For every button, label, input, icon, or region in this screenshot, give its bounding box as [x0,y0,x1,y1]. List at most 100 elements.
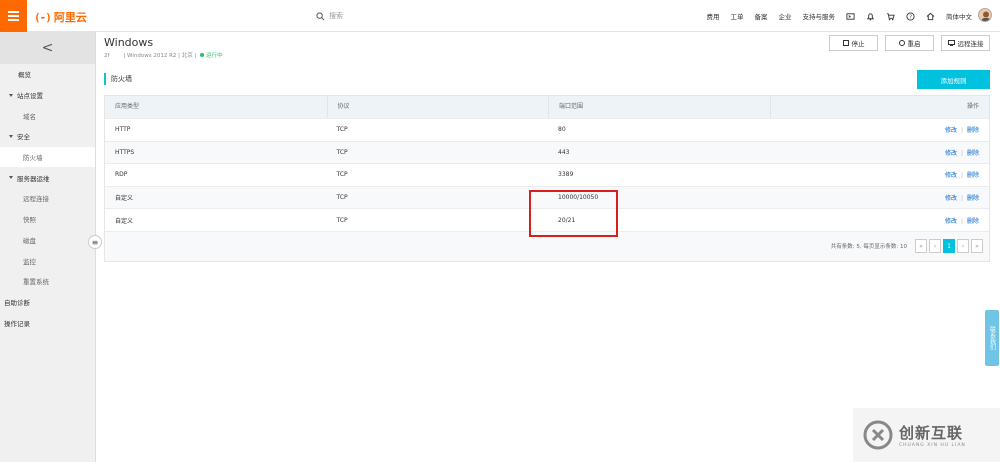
terminal-icon[interactable] [846,12,855,21]
cell-operation: 修改 | 删除 [944,217,979,225]
top-link-icp[interactable]: 备案 [755,11,768,21]
sidebar-item-label: 快照 [23,216,36,225]
sidebar-item-label: 站点设置 [17,92,43,101]
cell-app: 自定义 [115,217,134,225]
svg-text:?: ? [909,14,912,20]
top-link-support[interactable]: 支持与服务 [803,11,836,21]
delete-link[interactable]: 删除 [967,218,979,225]
delete-link[interactable]: 删除 [967,172,979,179]
remote-connect-button[interactable]: 远程连接 [941,35,990,51]
sidebar-group-server-ops[interactable]: 服务器运维 [0,167,95,188]
cell-port: 3389 [558,171,574,179]
delete-link[interactable]: 删除 [967,150,979,157]
search-box[interactable]: 搜索 [316,11,343,21]
firewall-section-title: 防火墙 [104,73,132,85]
power-icon [898,40,905,46]
pager-first-button[interactable]: « [915,239,927,254]
search-icon [316,11,325,20]
add-rule-button[interactable]: 添加规则 [917,70,990,89]
menu-button[interactable] [0,0,27,32]
sidebar-item-label: 磁盘 [23,236,36,245]
edit-link[interactable]: 修改 [945,127,957,134]
pager-prev-button[interactable]: ‹ [929,239,941,254]
watermark-en: CHUANG XIN HU LIAN [899,443,966,448]
search-placeholder: 搜索 [329,12,343,20]
sidebar-item-disk[interactable]: 磁盘 [0,230,95,251]
sidebar-item-monitor[interactable]: 监控 [0,250,95,271]
page-title: Windows [104,36,154,49]
top-link-enterprise[interactable]: 企业 [779,11,792,21]
caret-down-icon [9,176,13,180]
edit-link[interactable]: 修改 [945,195,957,202]
sidebar-item-label: 防火墙 [23,154,43,163]
cell-protocol: TCP [336,194,348,202]
sidebar-item-label: 自助诊断 [4,298,30,307]
home-icon[interactable] [926,12,935,21]
aliyun-logo[interactable]: (-) 阿里云 [34,9,87,25]
sidebar-item-self-diagnosis[interactable]: 自助诊断 [0,292,95,313]
cell-protocol: TCP [336,171,348,179]
edit-link[interactable]: 修改 [945,218,957,225]
pager-last-button[interactable]: » [971,239,983,254]
instance-id: 2f [104,53,110,59]
logo-mark: (-) [34,10,52,24]
pager-next-button[interactable]: › [957,239,969,254]
sidebar-item-firewall[interactable]: 防火墙 [0,146,95,168]
sidebar-item-domain[interactable]: 域名 [0,105,95,126]
table-row: HTTPS TCP 443 修改 | 删除 [105,140,989,164]
delete-link[interactable]: 删除 [967,195,979,202]
table-row: RDP TCP 3389 修改 | 删除 [105,163,989,186]
cell-app: HTTPS [115,148,135,156]
sidebar-group-site-settings[interactable]: 站点设置 [0,85,95,106]
restart-button[interactable]: 重启 [885,35,934,51]
bell-icon[interactable] [866,12,875,21]
watermark-cn: 创新互联 [899,424,964,442]
cell-protocol: TCP [336,126,348,134]
instance-subtitle: 2f | Windows 2012 R2 | 北京 | 运行中 [104,51,223,59]
sidebar-item-operation-log[interactable]: 操作记录 [0,312,95,333]
cell-operation: 修改 | 删除 [944,149,979,157]
cell-app: HTTP [115,126,131,134]
top-bar: (-) 阿里云 搜索 费用 工单 备案 企业 支持与服务 ? 简体中文 [0,0,1000,32]
cell-operation: 修改 | 删除 [944,127,979,135]
back-button[interactable]: < [0,32,95,64]
language-switch[interactable]: 简体中文 [946,11,972,21]
cell-operation: 修改 | 删除 [944,195,979,203]
top-link-billing[interactable]: 费用 [707,11,720,21]
sidebar-group-security[interactable]: 安全 [0,126,95,147]
top-link-ticket[interactable]: 工单 [731,11,744,21]
edit-link[interactable]: 修改 [945,172,957,179]
chevron-left-icon: < [41,40,54,56]
cell-operation: 修改 | 删除 [944,172,979,180]
sidebar-item-label: 概览 [18,71,31,80]
cell-app: 自定义 [115,195,134,203]
delete-link[interactable]: 删除 [967,127,979,134]
sidebar-item-label: 安全 [17,133,30,142]
column-header-app-type: 应用类型 [115,103,140,110]
cell-port: 80 [558,126,566,134]
contact-us-tab[interactable]: 联系我们 [985,310,999,366]
edit-link[interactable]: 修改 [945,150,957,157]
watermark: 创新互联 CHUANG XIN HU LIAN [853,408,1000,462]
pager-info: 共有条数: 5, 每页显示条数: 10 [830,244,907,251]
caret-down-icon [9,93,13,97]
avatar[interactable] [978,8,992,22]
cart-icon[interactable] [886,12,895,21]
sidebar-item-label: 服务器运维 [17,174,50,183]
help-icon[interactable]: ? [906,11,915,21]
sidebar-item-overview[interactable]: 概览 [0,64,95,85]
cell-app: RDP [115,171,128,179]
column-header-port-range: 端口范围 [548,96,770,118]
table-row: HTTP TCP 80 修改 | 删除 [105,118,989,141]
pager-page-1[interactable]: 1 [943,239,955,254]
column-header-operation: 操作 [769,96,990,118]
sidebar-item-snapshot[interactable]: 快照 [0,209,95,230]
instance-os-region: | Windows 2012 R2 | 北京 | [123,53,197,59]
sidebar-item-label: 重置系统 [23,278,49,287]
table-header: 应用类型 协议 端口范围 操作 [105,96,989,118]
sidebar-item-reset-system[interactable]: 重置系统 [0,271,95,292]
stop-button[interactable]: 停止 [829,35,878,51]
cell-protocol: TCP [336,148,348,156]
sidebar-item-remote-connect[interactable]: 远程连接 [0,188,95,209]
sidebar: < 概览 站点设置 域名 安全 防火墙 服务器运维 远程连接 快照 磁盘 监控 … [0,32,96,462]
